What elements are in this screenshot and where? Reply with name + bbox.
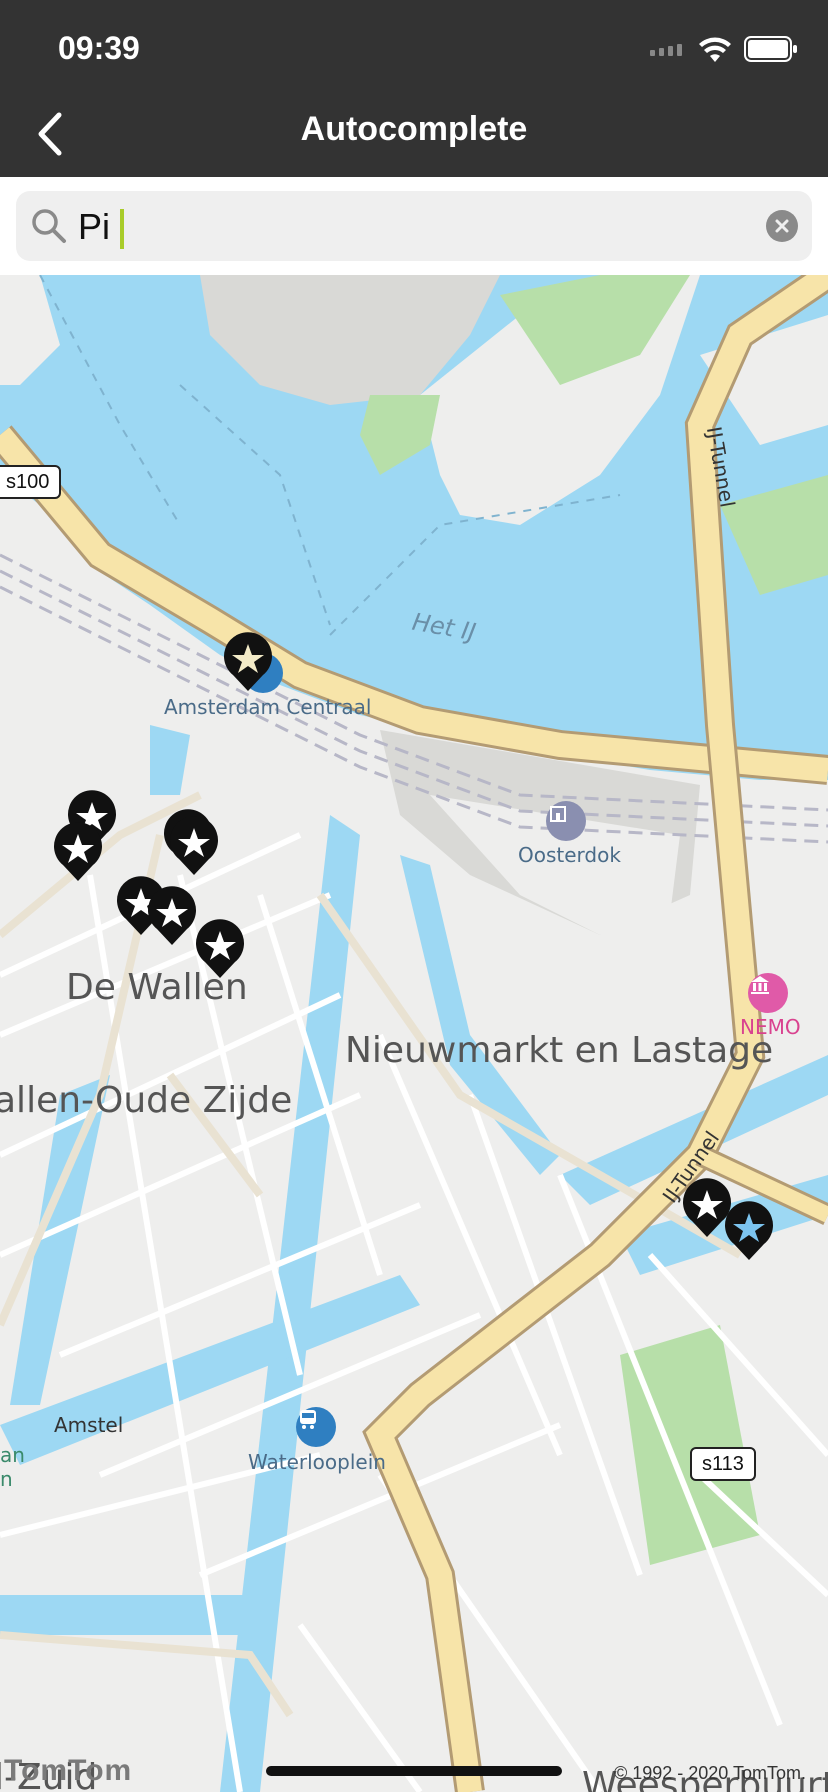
map-view[interactable]: Het IJ De Wallen Nieuwmarkt en Lastage a… [0, 275, 828, 1792]
search-icon [32, 209, 66, 243]
edge-label-2: n [0, 1467, 13, 1491]
close-icon [775, 219, 789, 233]
search-bar [0, 177, 828, 275]
star-marker-icon [196, 919, 244, 978]
result-pin[interactable] [193, 918, 247, 980]
star-marker-icon [725, 1201, 773, 1260]
result-pin[interactable] [145, 885, 199, 947]
search-input[interactable] [76, 199, 740, 255]
navigation-bar: 09:39 Autocomplete [0, 0, 828, 177]
building-icon [550, 806, 566, 822]
district-label-nieuwmarkt: Nieuwmarkt en Lastage [345, 1030, 774, 1071]
poi-label-waterlooplein: Waterlooplein [248, 1450, 386, 1474]
road-label-amstel: Amstel [54, 1413, 124, 1437]
selected-result-pin[interactable] [722, 1200, 776, 1262]
poi-label-oosterdok: Oosterdok [518, 843, 621, 867]
clear-search-button[interactable] [766, 210, 798, 242]
star-marker-icon [224, 632, 272, 691]
bus-icon [300, 1410, 316, 1429]
text-caret [120, 209, 124, 249]
route-shield-s113: s113 [690, 1447, 756, 1481]
tomtom-logo: TomTom [4, 1754, 133, 1787]
route-shield-s100: s100 [0, 465, 62, 499]
result-pin[interactable] [51, 821, 105, 883]
nemo-museum-icon[interactable] [748, 973, 788, 1013]
search-field-container[interactable] [16, 191, 812, 261]
district-label-oude-zijde: allen-Oude Zijde [0, 1080, 293, 1121]
home-indicator [266, 1766, 562, 1776]
page-title: Autocomplete [300, 110, 528, 148]
result-pin[interactable] [221, 631, 275, 693]
museum-building-icon [751, 976, 769, 994]
star-marker-icon [170, 816, 218, 875]
map-attribution: © 1992 - 2020 TomTom. [613, 1763, 806, 1783]
museum-icon[interactable] [546, 801, 586, 841]
edge-label-1: an [0, 1443, 25, 1467]
cellular-signal-icon [650, 44, 682, 56]
transit-station-icon-2[interactable] [296, 1407, 336, 1447]
poi-label-amsterdam-centraal: Amsterdam Centraal [164, 695, 372, 719]
poi-label-nemo: NEMO [740, 1015, 801, 1039]
battery-icon [744, 36, 797, 62]
status-time: 09:39 [58, 30, 140, 66]
star-marker-icon [54, 822, 102, 881]
star-marker-icon [148, 886, 196, 945]
status-icons [650, 36, 798, 62]
result-pin[interactable] [167, 815, 221, 877]
wifi-icon [699, 37, 731, 62]
